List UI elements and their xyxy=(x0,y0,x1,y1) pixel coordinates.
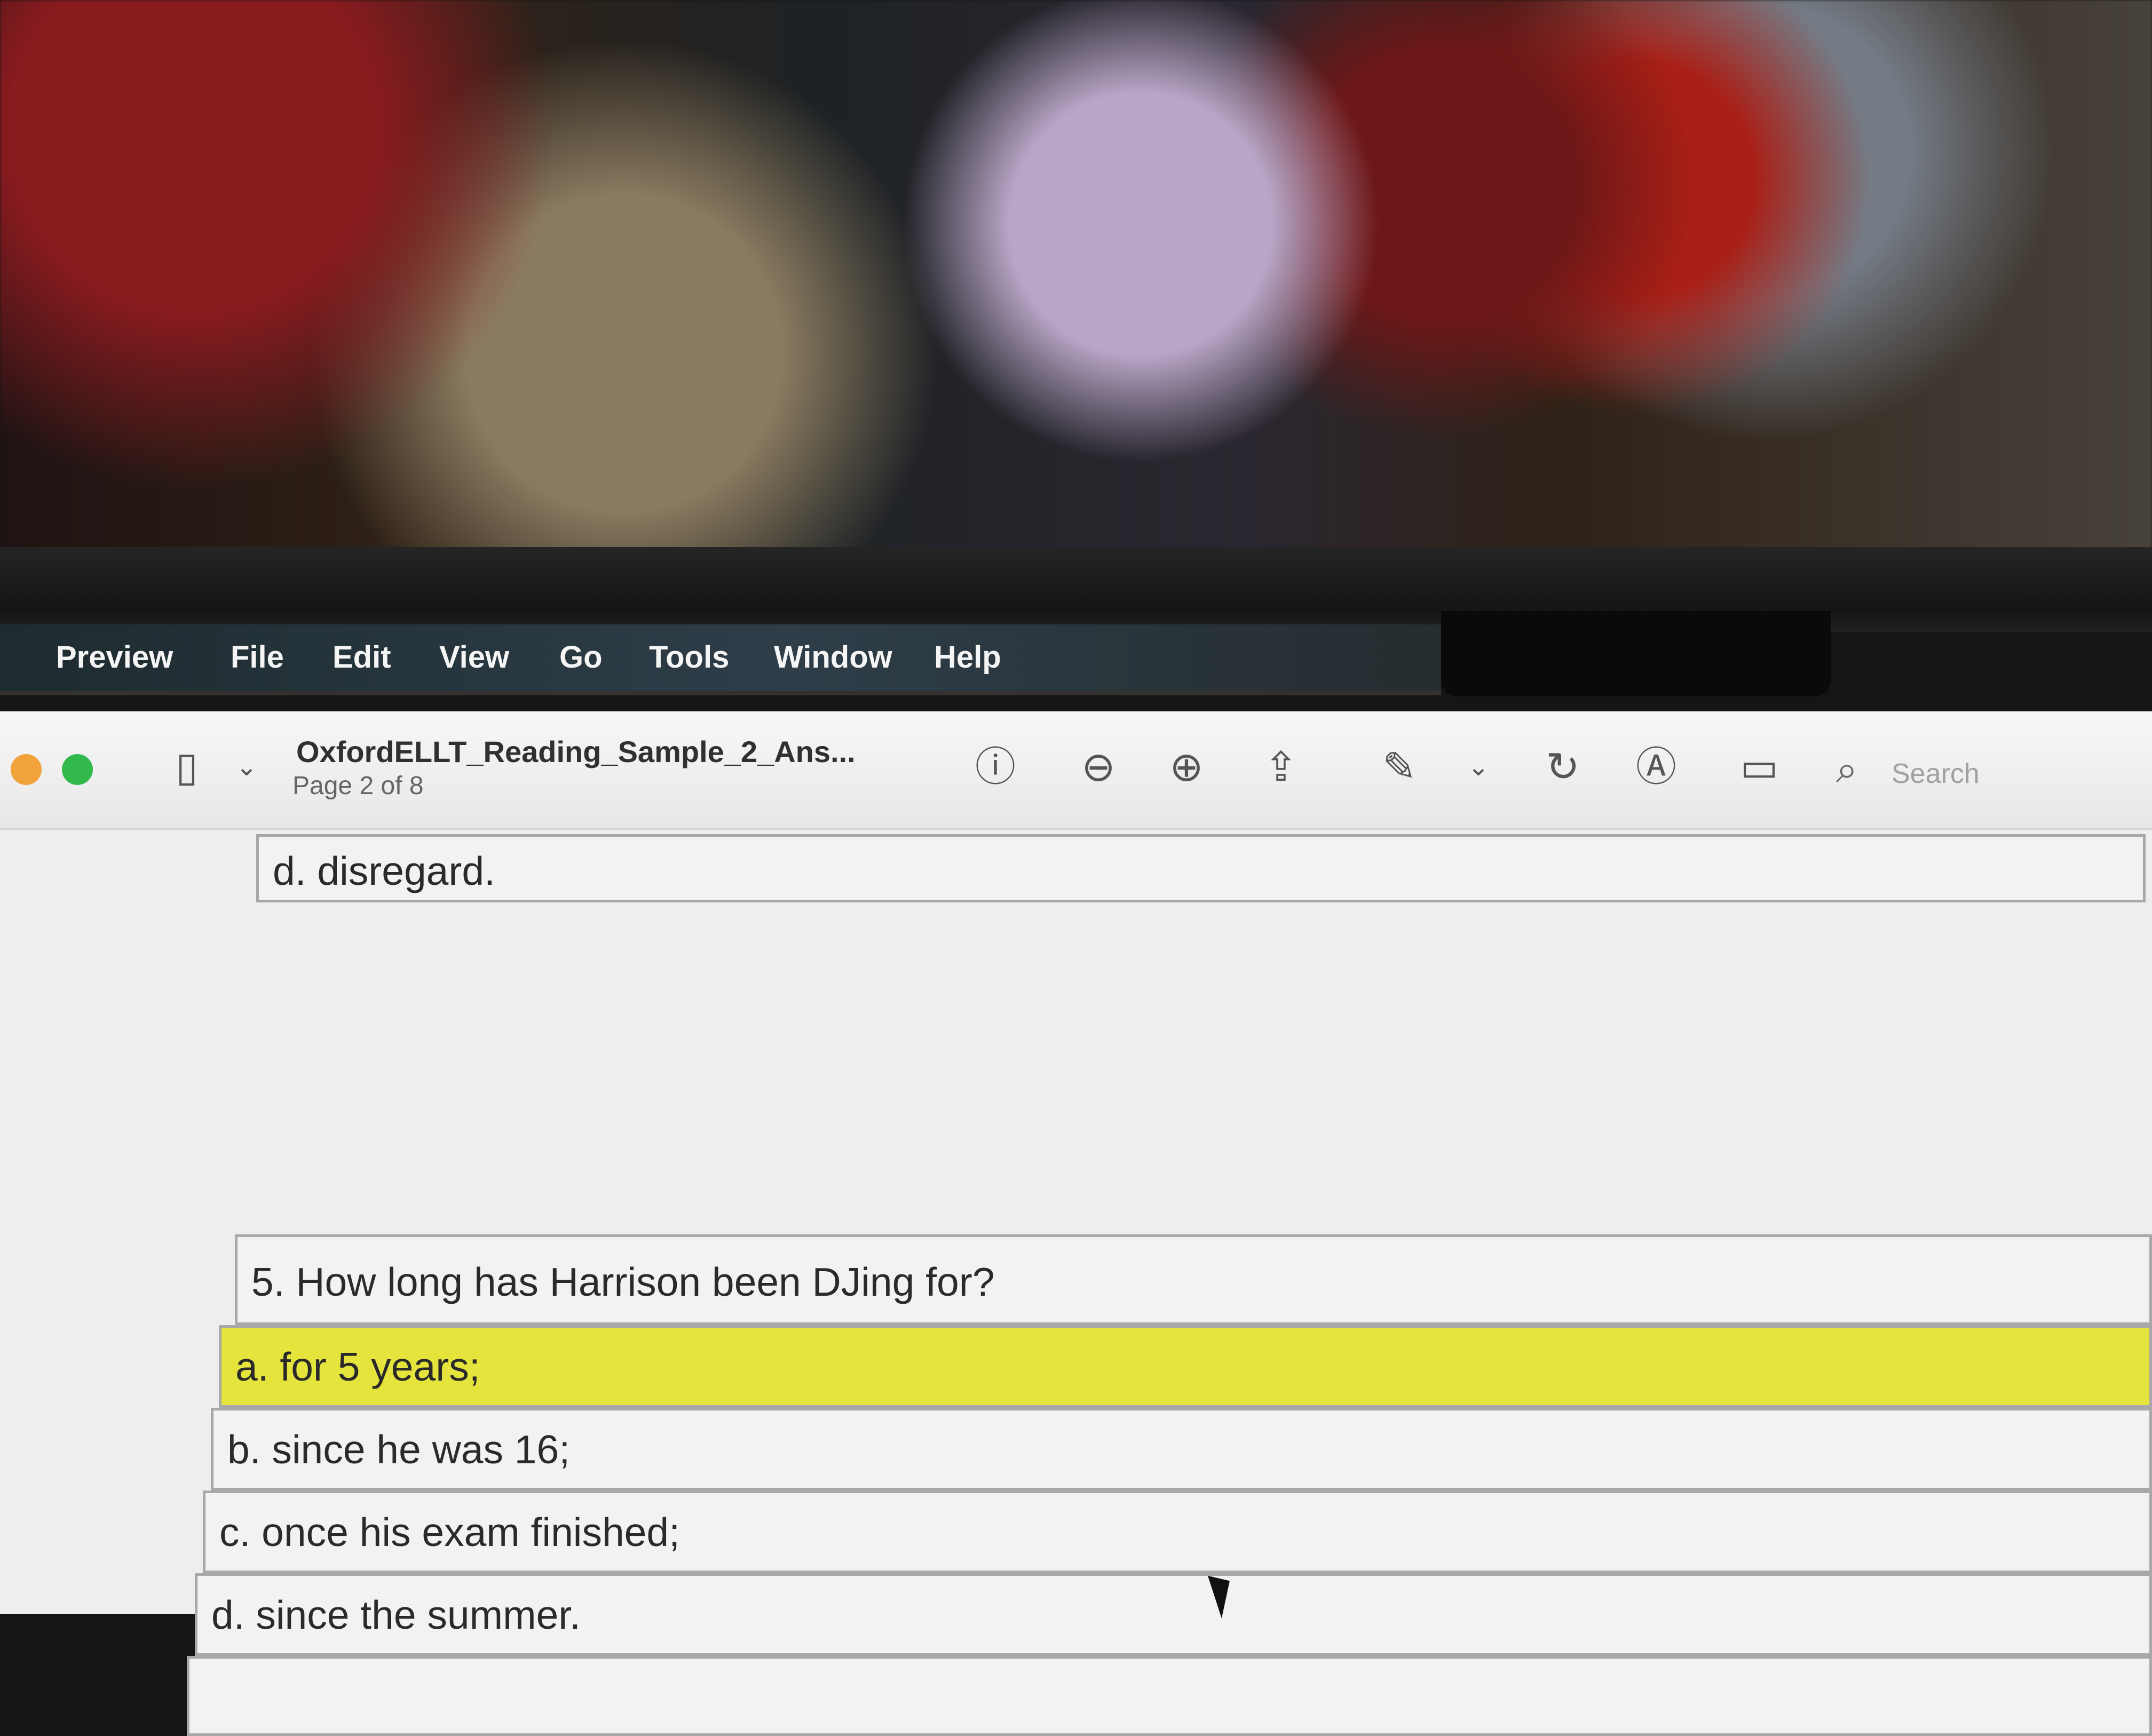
search-icon: ⌕ xyxy=(1836,748,1858,791)
menu-go[interactable]: Go xyxy=(559,639,603,675)
previous-answer-row: d. disregard. xyxy=(256,834,2146,902)
document-title: OxfordELLT_Reading_Sample_2_Ans... xyxy=(296,735,856,768)
menu-preview[interactable]: Preview xyxy=(56,639,173,675)
toolbar: ▯ ⌄ OxfordELLT_Reading_Sample_2_Ans... P… xyxy=(0,711,2152,830)
option-c-row: c. once his exam finished; xyxy=(203,1491,2152,1573)
menu-help[interactable]: Help xyxy=(934,639,1001,675)
preview-window: ▯ ⌄ OxfordELLT_Reading_Sample_2_Ans... P… xyxy=(0,711,2152,1736)
pdf-page: d. disregard. 5. How long has Harrison b… xyxy=(0,830,2152,1736)
zoom-out-icon[interactable]: ⊖ xyxy=(1073,743,1124,791)
menu-window[interactable]: Window xyxy=(774,639,892,675)
menu-bar: Preview File Edit View Go Tools Window H… xyxy=(0,624,1441,695)
menu-file[interactable]: File xyxy=(231,639,284,675)
background-photo xyxy=(0,0,2152,560)
option-a-row: a. for 5 years; xyxy=(219,1325,2152,1408)
zoom-in-icon[interactable]: ⊕ xyxy=(1161,743,1212,791)
option-b-row: b. since he was 16; xyxy=(211,1408,2152,1491)
previous-answer-text: d. disregard. xyxy=(273,849,495,893)
minimize-button[interactable] xyxy=(11,754,42,785)
pencil-icon[interactable]: ✎ xyxy=(1374,743,1425,791)
question-text: 5. How long has Harrison been DJing for? xyxy=(251,1259,995,1304)
camera-notch xyxy=(1441,611,1831,696)
blank-row xyxy=(187,1656,2152,1736)
sidebar-icon[interactable]: ▯ xyxy=(161,743,212,791)
search-placeholder: Search xyxy=(1892,758,1980,789)
option-a-text: a. for 5 years; xyxy=(235,1344,480,1389)
search-input[interactable]: ⌕ Search xyxy=(1836,748,1996,796)
share-icon[interactable]: ⇪ xyxy=(1255,743,1307,791)
maximize-button[interactable] xyxy=(62,754,93,785)
menu-view[interactable]: View xyxy=(439,639,509,675)
option-d-text: d. since the summer. xyxy=(211,1592,581,1637)
annotate-icon[interactable]: Ⓐ xyxy=(1631,743,1682,791)
markup-menu-chevron-icon[interactable]: ⌄ xyxy=(1453,743,1504,791)
option-c-text: c. once his exam finished; xyxy=(219,1510,680,1555)
page-indicator: Page 2 of 8 xyxy=(292,772,424,800)
info-icon[interactable]: ⓘ xyxy=(970,743,1021,791)
option-d-row: d. since the summer. xyxy=(195,1573,2152,1656)
option-b-text: b. since he was 16; xyxy=(227,1427,571,1472)
rotate-icon[interactable]: ↻ xyxy=(1537,743,1588,791)
chevron-down-icon[interactable]: ⌄ xyxy=(221,743,272,791)
menu-edit[interactable]: Edit xyxy=(333,639,391,675)
menu-tools[interactable]: Tools xyxy=(649,639,729,675)
form-icon[interactable]: ▭ xyxy=(1734,743,1785,791)
question-row: 5. How long has Harrison been DJing for? xyxy=(235,1234,2152,1325)
